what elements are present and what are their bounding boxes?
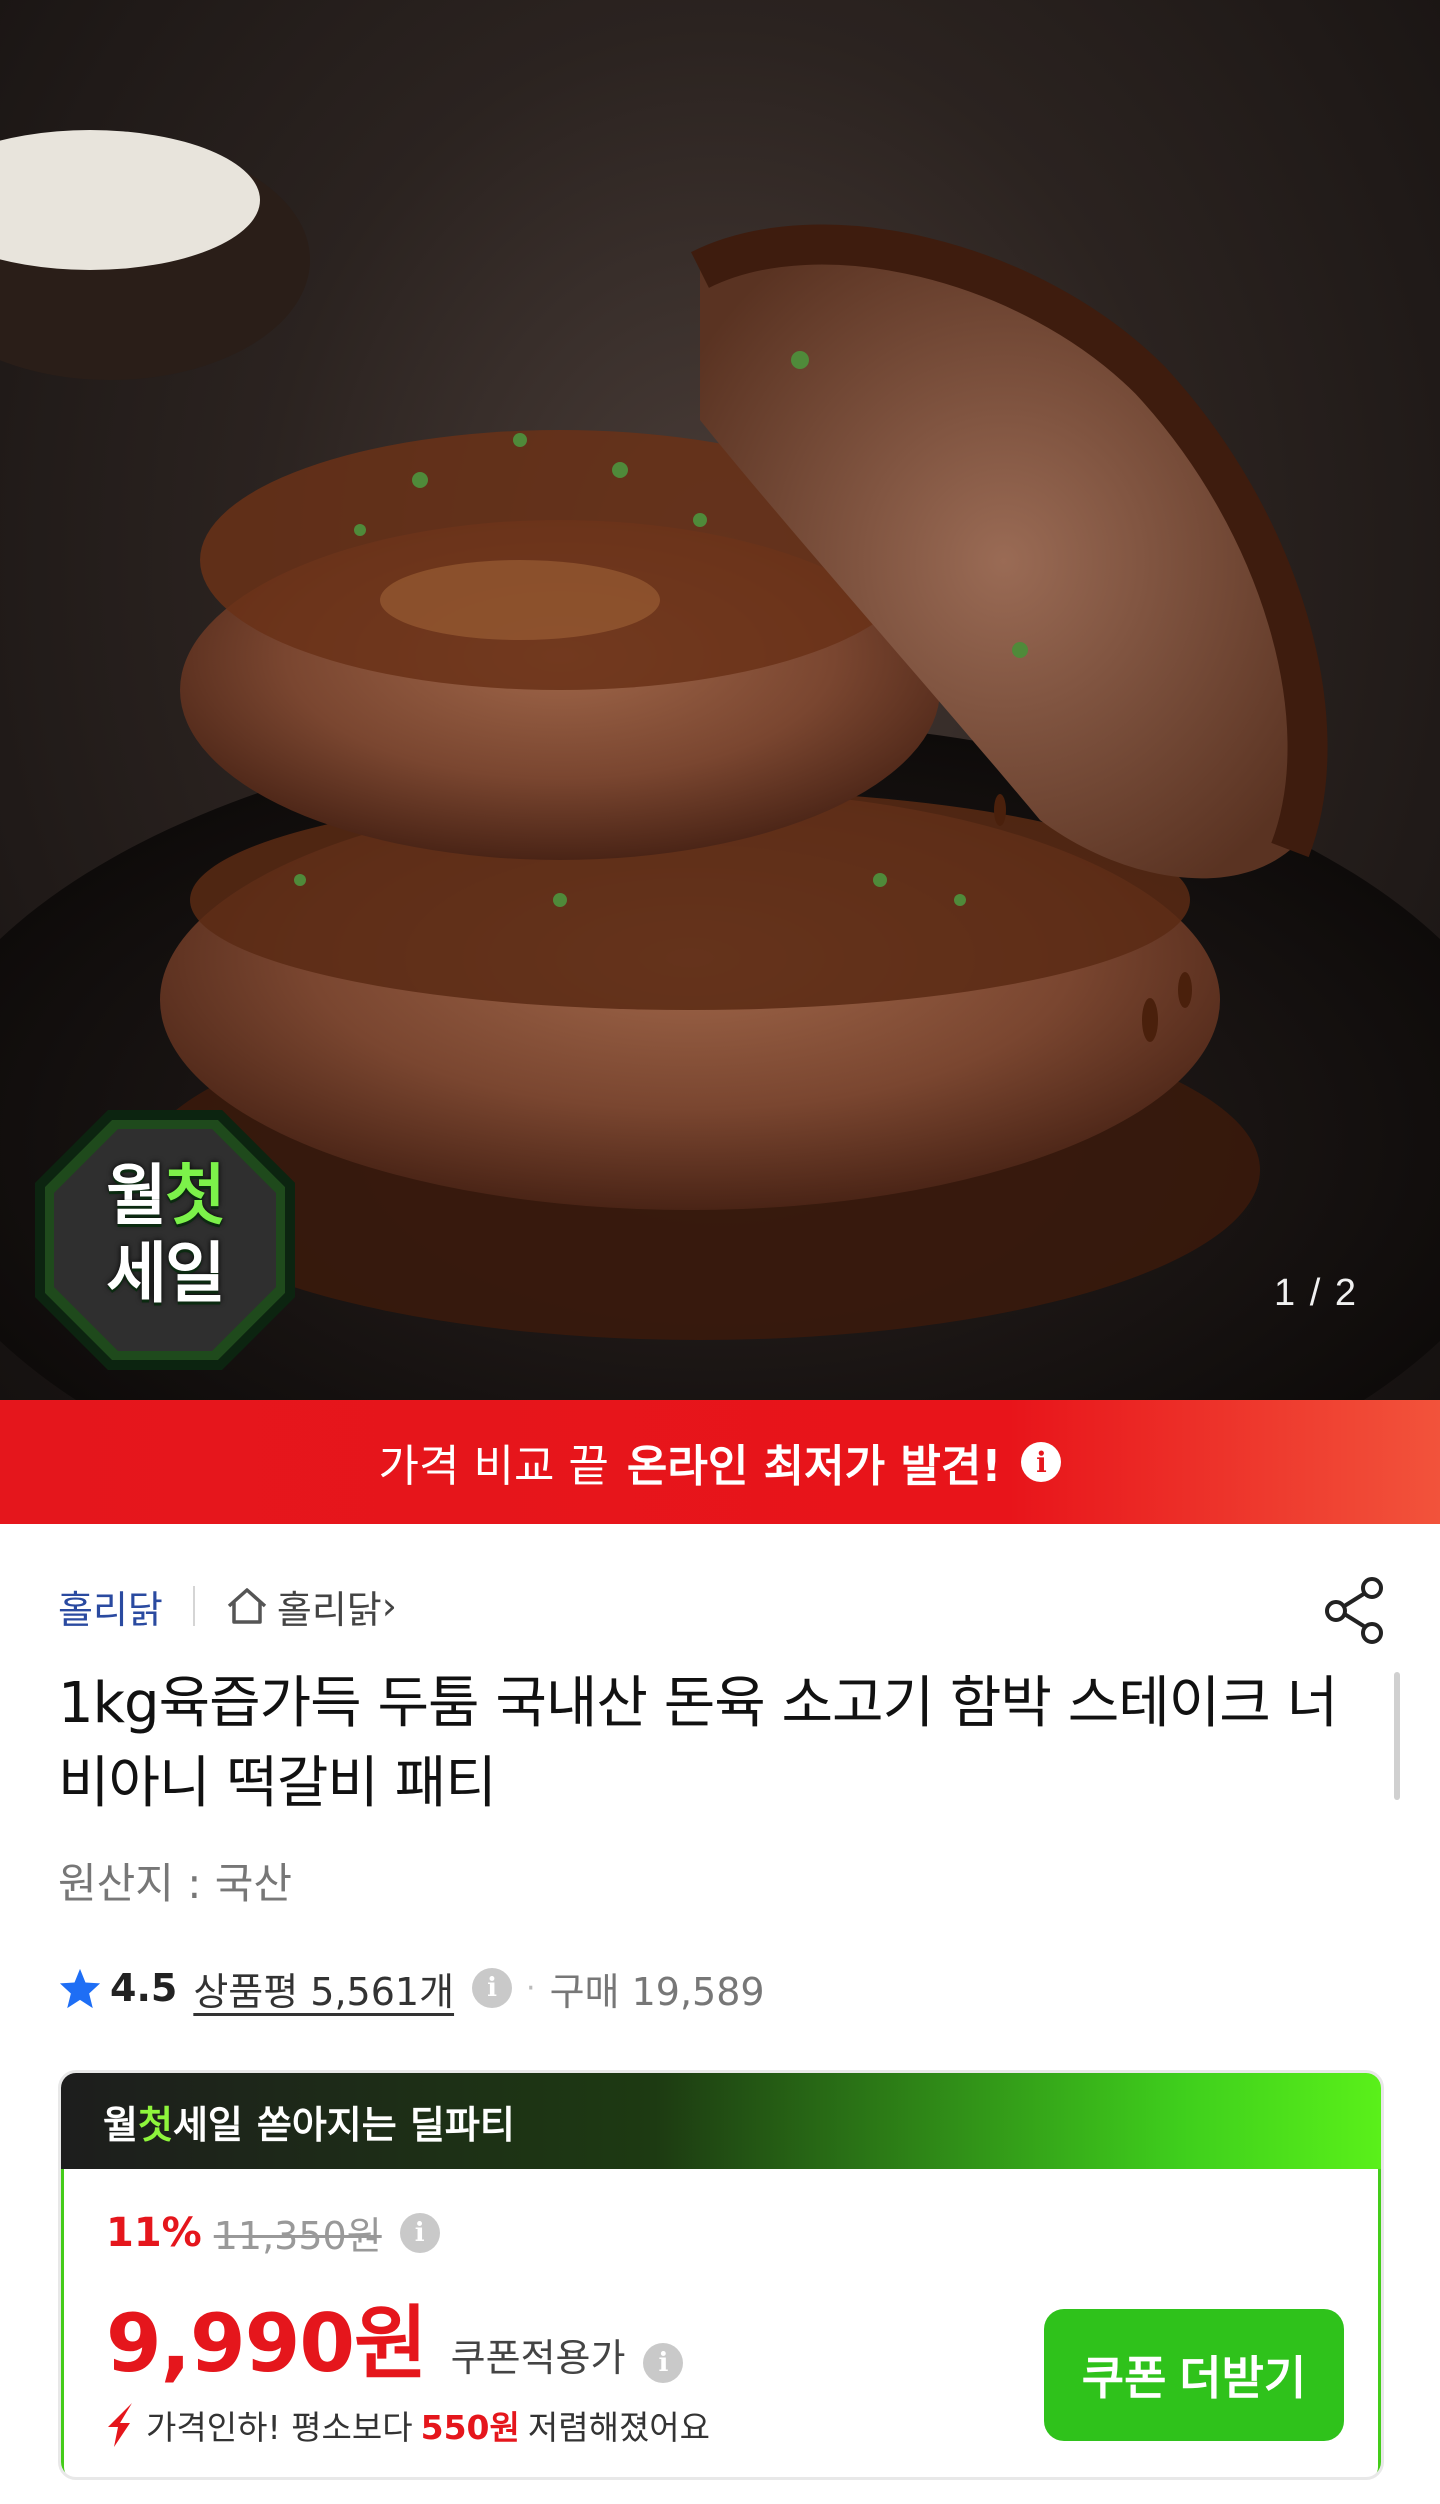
price-drop-row: 가격인하! 평소보다 550원 저렴해졌어요 — [106, 2401, 710, 2449]
chevron-right-icon: › — [381, 1584, 397, 1628]
banner-text: 가격 비교 끝 — [378, 1441, 609, 1492]
image-counter: 1 / 2 — [1274, 1272, 1358, 1314]
info-icon[interactable]: i — [1021, 1442, 1062, 1482]
lowest-price-banner[interactable]: 가격 비교 끝 온라인 최저가 발견! i — [0, 1400, 1440, 1524]
share-icon — [1325, 1577, 1383, 1644]
badge-text-1: 월 — [106, 1157, 167, 1234]
sale-price-row: 9,990원 쿠폰적용가 i — [106, 2279, 684, 2395]
deal-body: 11% 11,350원 i 9,990원 쿠폰적용가 i 가격인하! 평소보다 … — [61, 2169, 1381, 2477]
scrollbar[interactable] — [1394, 1672, 1400, 1800]
deal-head-b: 첫 — [137, 2102, 173, 2147]
price-drop-amount: 550원 — [420, 2408, 520, 2447]
info-icon[interactable]: i — [472, 1968, 513, 2008]
price-drop-prefix: 가격인하! 평소보다 — [146, 2408, 413, 2447]
discount-percent: 11% — [106, 2209, 202, 2256]
monthly-sale-badge: 월첫 세일 — [40, 1115, 290, 1365]
price-down-arrow-icon — [108, 2403, 132, 2447]
store-home-link[interactable]: 홀리닭 › — [225, 1579, 397, 1634]
star-icon — [59, 1968, 101, 2009]
origin-text: 원산지 : 국산 — [58, 1859, 293, 1908]
deal-head-c: 세일 — [172, 2102, 243, 2147]
price-drop-suffix: 저렴해졌어요 — [527, 2408, 711, 2447]
store-name-link[interactable]: 홀리닭 — [58, 1579, 163, 1634]
banner-highlight: 온라인 최저가 발견! — [626, 1441, 1002, 1492]
deal-head-a: 월 — [103, 2102, 138, 2147]
home-icon — [227, 1588, 267, 1624]
purchase-count: 구매 19,589 — [549, 1969, 765, 2014]
deal-header: 월 첫 세일 쏟아지는 딜파티 — [61, 2073, 1381, 2169]
deal-box: 월 첫 세일 쏟아지는 딜파티 11% 11,350원 i 9,990원 쿠폰적용가… — [58, 2070, 1384, 2480]
original-price: 11,350원 — [213, 2214, 382, 2258]
badge-text-3: 세일 — [106, 1235, 225, 1312]
deal-head-tail: 쏟아지는 딜파티 — [256, 2102, 515, 2147]
product-image[interactable]: 월첫 세일 1 / 2 — [0, 0, 1440, 1400]
share-button[interactable] — [1322, 1576, 1388, 1646]
product-title: 1kg육즙가득 두툼 국내산 돈육 소고기 함박 스테이크 너비아니 떡갈비 패… — [58, 1671, 1338, 1816]
coupon-price-label: 쿠폰적용가 — [450, 2336, 626, 2380]
store-row: 홀리닭 홀리닭 › — [58, 1578, 397, 1634]
rating-row: 4.5 상품평 5,561개 i · 구매 19,589 — [58, 1960, 765, 2016]
badge-text-2: 첫 — [165, 1157, 226, 1234]
divider — [192, 1586, 195, 1626]
get-coupon-button[interactable]: 쿠폰 더받기 — [1044, 2309, 1344, 2441]
store-home-label: 홀리닭 — [276, 1587, 382, 1632]
rating-value: 4.5 — [110, 1966, 178, 2010]
info-icon[interactable]: i — [643, 2343, 684, 2383]
sale-price: 9,990원 — [106, 2297, 428, 2390]
separator-dot: · — [526, 1970, 536, 2006]
info-icon[interactable]: i — [399, 2212, 440, 2253]
review-count-link[interactable]: 상품평 5,561개 — [193, 1961, 454, 2016]
discount-row: 11% 11,350원 i — [106, 2205, 440, 2260]
